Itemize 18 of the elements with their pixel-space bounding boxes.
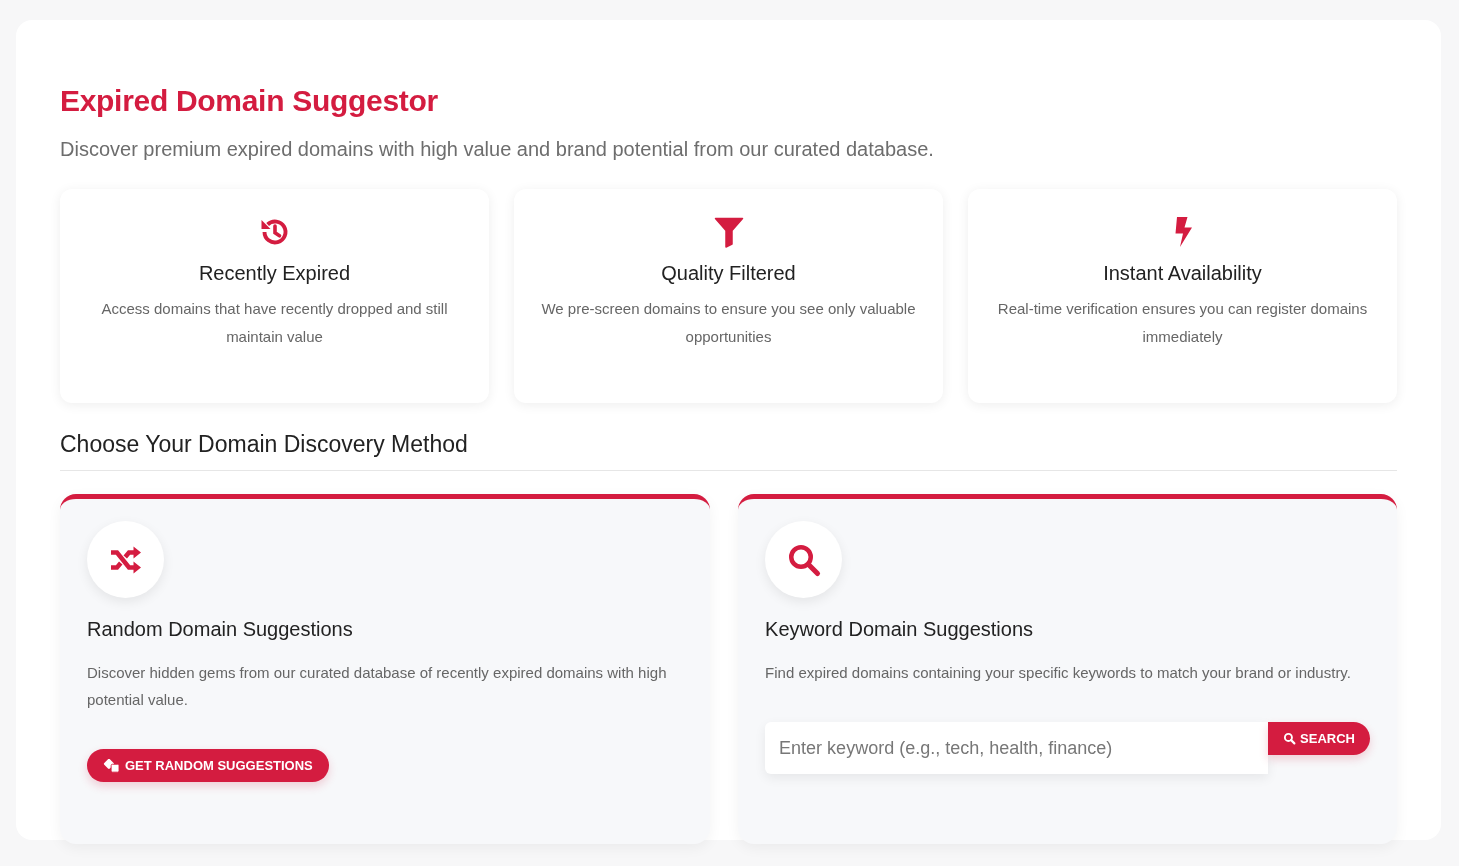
method-description: Discover hidden gems from our curated database of recently expired domains with high potential value. [87, 663, 668, 710]
method-description: Find expired domains containing your specific keywords to match your brand or industry. [765, 663, 1352, 683]
section-heading: Choose Your Domain Discovery Method [60, 431, 1397, 471]
search-button[interactable]: SEARCH [1268, 722, 1370, 755]
search-icon [1283, 732, 1297, 745]
method-title: Random Domain Suggestions [87, 618, 354, 641]
dice-icon [103, 758, 121, 773]
feature-title: Instant Availability [1102, 262, 1263, 285]
page-subtitle: Discover premium expired domains with high value and brand potential from our curated database. [60, 138, 935, 161]
feature-title: Quality Filtered [660, 262, 797, 285]
method-title: Keyword Domain Suggestions [765, 618, 1034, 641]
random-suggestions-button[interactable]: GET RANDOM SUGGESTIONS [87, 749, 329, 782]
feature-title: Recently Expired [197, 262, 352, 285]
feature-description: Access domains that have recently dropped and still maintain value [100, 299, 449, 347]
feature-description: Real-time verification ensures you can register domains immediately [996, 299, 1369, 347]
keyword-input-field[interactable]: Enter keyword (e.g., tech, health, finance) [765, 722, 1269, 774]
feature-description: We pre-screen domains to ensure you see only valuable opportunities [540, 299, 917, 347]
page-title: Expired Domain Suggestor [60, 84, 439, 118]
